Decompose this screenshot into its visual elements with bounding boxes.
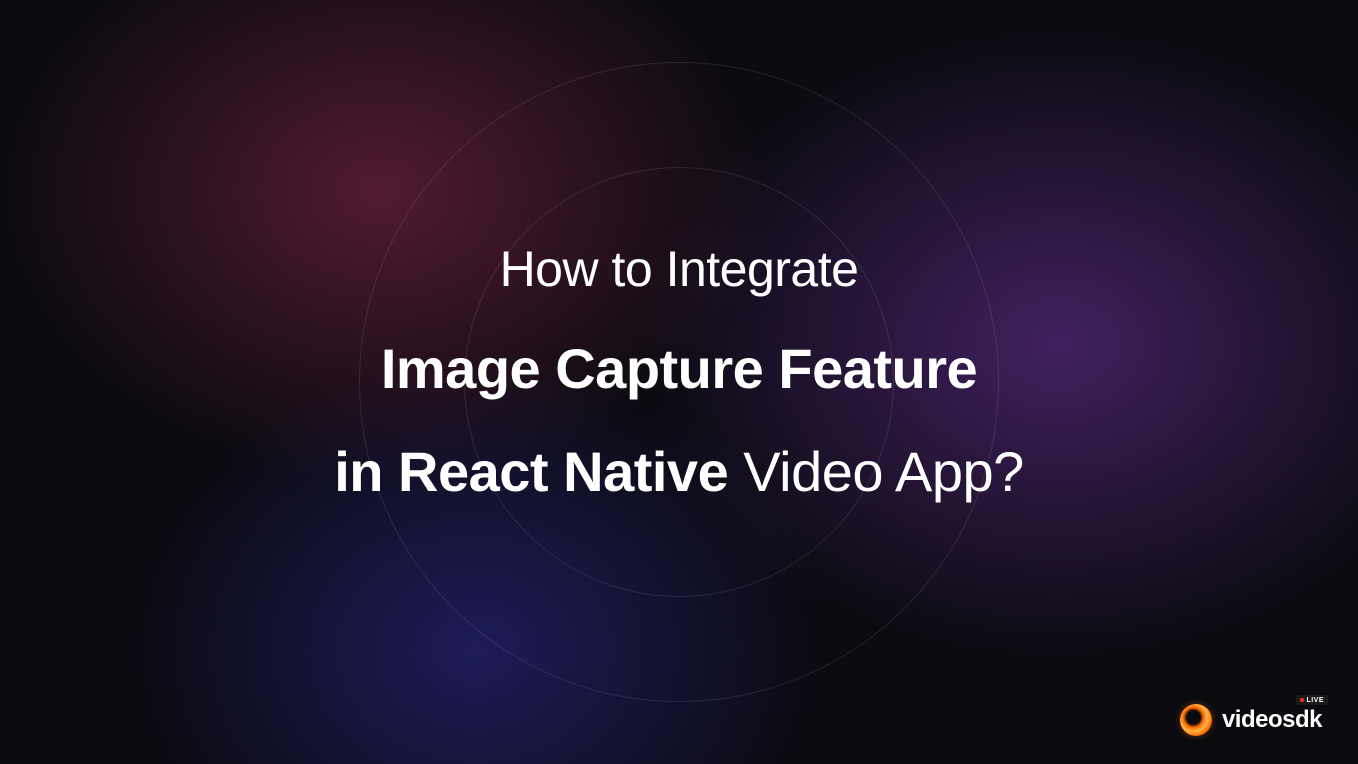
live-dot-icon [1300,698,1304,702]
brand-logo: videosdk LIVE [1180,704,1322,736]
heading-line-3-light: Video App? [728,440,1024,503]
heading-line-3-bold: in React Native [334,440,728,503]
heading-line-2: Image Capture Feature [381,336,977,401]
videosdk-logo-icon [1180,704,1212,736]
heading-line-1: How to Integrate [500,240,859,298]
hero-content: How to Integrate Image Capture Feature i… [0,0,1358,764]
live-badge: LIVE [1296,695,1328,705]
brand-name: videosdk [1222,706,1322,734]
live-badge-text: LIVE [1306,697,1324,704]
heading-line-3: in React Native Video App? [334,439,1024,504]
